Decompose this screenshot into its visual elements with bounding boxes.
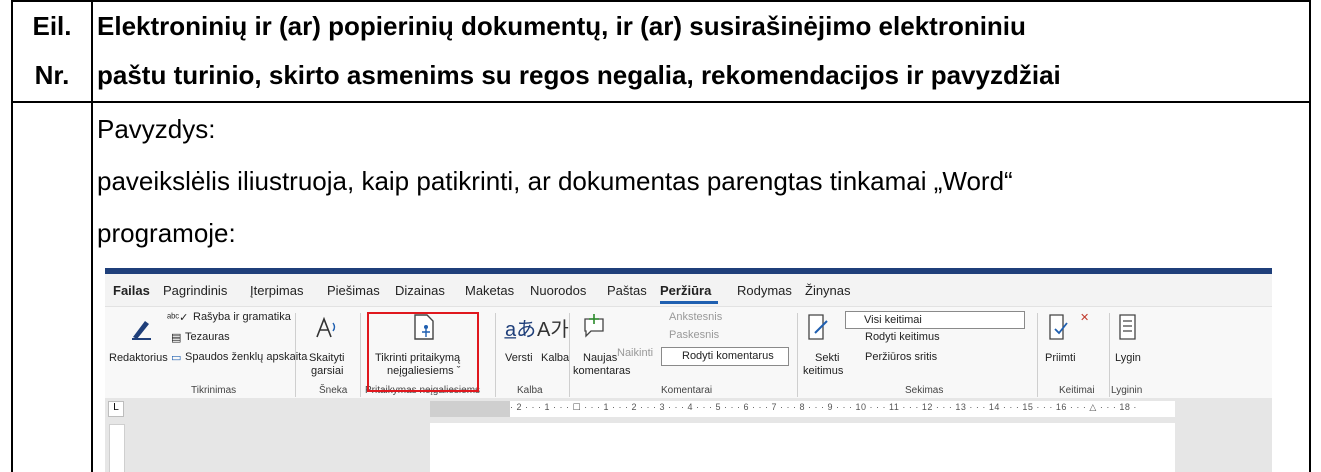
translate-icon: a̲あ: [505, 319, 537, 341]
group-separator: [495, 313, 496, 397]
body-cell: Pavyzdys: paveikslėlis iliustruoja, kaip…: [97, 103, 1289, 259]
header-title-line2: paštu turinio, skirto asmenims su regos …: [97, 60, 1061, 90]
ribbon-tabs: Failas Pagrindinis Įterpimas Piešimas Di…: [105, 274, 1272, 306]
group-separator: [1109, 313, 1110, 397]
rodyti-komentarus-button: Rodyti komentarus: [661, 347, 789, 366]
new-comment-icon: [584, 314, 604, 338]
perziuros-sritis-label: Peržiūros sritis: [865, 351, 938, 363]
thesaurus-icon: ▤: [171, 332, 182, 344]
tab-nuorodos: Nuorodos: [530, 283, 587, 298]
body-line-2: paveikslėlis iliustruoja, kaip patikrint…: [97, 166, 1013, 196]
group-tikrinimas: Tikrinimas: [191, 385, 237, 396]
accessibility-highlight-box: [367, 312, 479, 392]
markup-select: Visi keitimai: [845, 311, 1025, 329]
priimti-label: Priimti: [1045, 352, 1076, 364]
document-page: [430, 423, 1175, 472]
paskesnis-label: Paskesnis: [669, 329, 720, 341]
group-separator: [360, 313, 361, 397]
word-ribbon-screenshot: Failas Pagrindinis Įterpimas Piešimas Di…: [105, 268, 1272, 472]
ruler-marks: · 2 · · · 1 · · · ☐ · · · 1 · · · 2 · · …: [510, 402, 1137, 412]
spellcheck-icon: ᵃᵇᶜ✓: [167, 312, 189, 324]
tab-zinynas: Žinynas: [805, 283, 851, 298]
column-divider: [91, 2, 93, 472]
sekti-label-2: keitimus: [803, 365, 844, 377]
track-changes-icon: [808, 314, 828, 340]
group-kalba: Kalba: [517, 385, 543, 396]
naujas-label-2: komentaras: [573, 365, 631, 377]
rodyti-komentarus-label: Rodyti komentarus: [682, 350, 774, 362]
header-number-cell: Eil. Nr.: [13, 2, 91, 101]
reject-change-icon: ✕: [1080, 312, 1090, 324]
editor-pen-icon: [132, 321, 151, 340]
body-line-3: programoje:: [97, 218, 236, 248]
header-title-line1: Elektroninių ir (ar) popierinių dokument…: [97, 11, 1026, 41]
tab-iterpimas: Įterpimas: [250, 283, 304, 298]
group-keitimai: Keitimai: [1059, 385, 1095, 396]
spaudos-label: Spaudos ženklų apskaita: [185, 351, 308, 363]
tab-rodymas: Rodymas: [737, 283, 792, 298]
header-num-line1: Eil.: [32, 11, 72, 41]
skaityti-label-1: Skaityti: [309, 352, 345, 364]
tab-dizainas: Dizainas: [395, 283, 445, 298]
document-area: L · 2 · · · 1 · · · ☐ · · · 1 · · · 2 · …: [105, 398, 1272, 472]
compare-icon: [1119, 314, 1136, 340]
tab-failas: Failas: [113, 283, 150, 298]
word-count-icon: ▭: [171, 352, 182, 364]
horizontal-ruler: · 2 · · · 1 · · · ☐ · · · 1 · · · 2 · · …: [430, 401, 1175, 417]
group-separator: [295, 313, 296, 397]
group-sneka: Šneka: [319, 385, 348, 396]
tab-pastas: Paštas: [607, 283, 647, 298]
versti-label: Versti: [505, 352, 533, 364]
tab-pagrindinis: Pagrindinis: [163, 283, 228, 298]
sekti-label-1: Sekti: [815, 352, 840, 364]
tab-perziura: Peržiūra: [660, 283, 712, 298]
tab-piesimas: Piešimas: [327, 283, 380, 298]
skaityti-label-2: garsiai: [311, 365, 344, 377]
naujas-label-1: Naujas: [583, 352, 618, 364]
group-sekimas: Sekimas: [905, 385, 944, 396]
group-separator: [797, 313, 798, 397]
header-title-cell: Elektroninių ir (ar) popierinių dokument…: [97, 2, 1287, 100]
naikinti-label: Naikinti: [617, 347, 654, 359]
tab-maketas: Maketas: [465, 283, 515, 298]
vertical-ruler: [109, 424, 125, 472]
tezauras-label: Tezauras: [185, 331, 230, 343]
body-line-1: Pavyzdys:: [97, 114, 216, 144]
ankstesnis-label: Ankstesnis: [669, 311, 723, 323]
group-lyginimas: Lyginin: [1111, 385, 1143, 396]
accept-change-icon: [1049, 314, 1068, 340]
rasyba-label: Rašyba ir gramatika: [193, 311, 291, 323]
header-num-line2: Nr.: [34, 60, 70, 90]
read-aloud-icon: [316, 316, 336, 338]
rodyti-keitimus-label: Rodyti keitimus: [865, 331, 940, 343]
group-separator: [569, 313, 570, 397]
ribbon-panel: Redaktorius ᵃᵇᶜ✓ Rašyba ir gramatika ▤ T…: [105, 306, 1272, 400]
tab-stop-selector: L: [108, 401, 124, 417]
group-separator: [1037, 313, 1038, 397]
redaktorius-label: Redaktorius: [109, 352, 168, 364]
lygin-label: Lygin: [1115, 352, 1141, 364]
visi-keitimai-label: Visi keitimai: [864, 314, 922, 326]
language-icon: A가: [537, 319, 569, 341]
active-tab-indicator: [660, 301, 718, 304]
kalba-label: Kalba: [541, 352, 570, 364]
group-komentarai: Komentarai: [661, 385, 713, 396]
